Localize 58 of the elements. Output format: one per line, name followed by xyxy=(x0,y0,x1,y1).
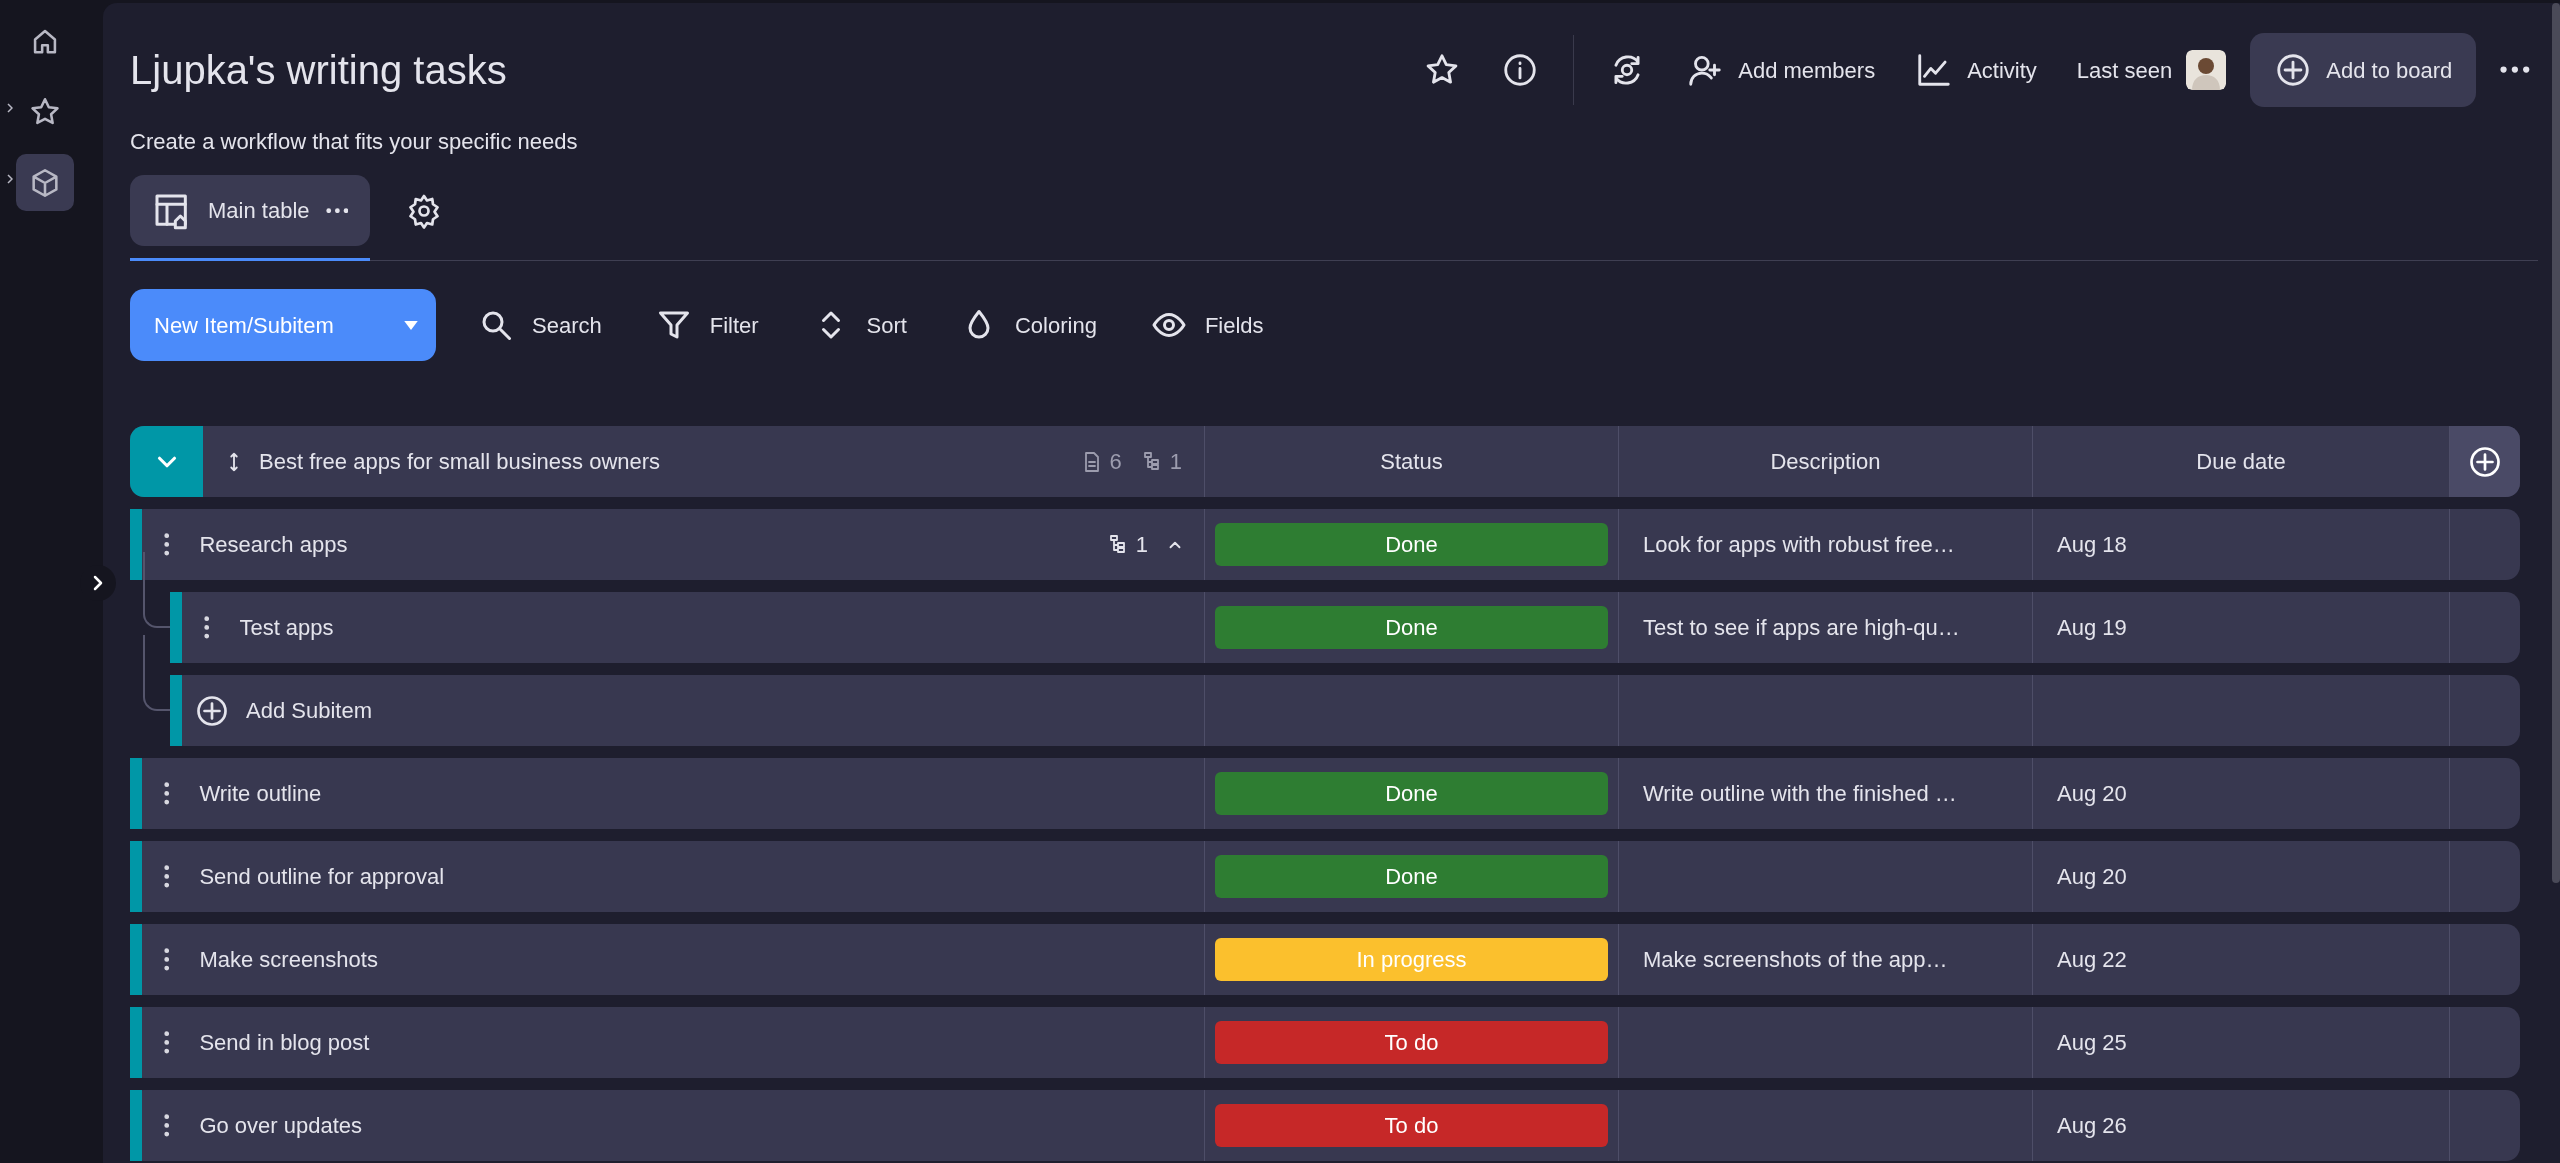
chevron-right-icon[interactable] xyxy=(7,103,13,113)
due-date: Aug 20 xyxy=(2057,863,2127,891)
group-title: Best free apps for small business owners xyxy=(259,448,662,476)
board-subtitle: Create a workflow that fits your specific needs xyxy=(130,128,579,156)
column-header: Description xyxy=(1770,448,1881,476)
board-title: Ljupka's writing tasks xyxy=(130,47,507,94)
sort-button[interactable]: Sort xyxy=(800,301,919,349)
column-header: Status xyxy=(1380,448,1443,476)
description-text: Look for apps with robust free… xyxy=(1643,531,1955,559)
due-date: Aug 25 xyxy=(2057,1029,2127,1057)
item-name: Research apps xyxy=(199,531,349,559)
status-badge[interactable]: To do xyxy=(1215,1021,1608,1064)
column-header: Due date xyxy=(2196,448,2286,476)
status-badge[interactable]: Done xyxy=(1215,606,1608,649)
coloring-button[interactable]: Coloring xyxy=(948,301,1109,349)
activity-button[interactable]: Activity xyxy=(1899,41,2053,99)
subitem-count: 1 xyxy=(1169,448,1182,476)
subitem-toggle[interactable]: 1 xyxy=(1105,528,1184,561)
drag-handle-icon[interactable] xyxy=(164,865,170,888)
avatar xyxy=(2186,50,2227,90)
last-seen-label: Last seen xyxy=(2076,56,2173,85)
group-toggle-button[interactable] xyxy=(130,426,203,497)
more-icon xyxy=(325,207,349,214)
add-to-board-button[interactable]: Add to board xyxy=(2250,33,2477,107)
status-badge[interactable]: Done xyxy=(1215,772,1608,815)
add-members-button[interactable]: Add members xyxy=(1670,41,1892,99)
due-date: Aug 22 xyxy=(2057,946,2127,974)
more-icon xyxy=(2500,66,2530,74)
item-name: Send outline for approval xyxy=(199,863,446,891)
drag-handle-icon[interactable] xyxy=(164,782,170,805)
due-date: Aug 19 xyxy=(2057,614,2127,642)
drag-handle-icon[interactable] xyxy=(164,1114,170,1137)
due-date: Aug 26 xyxy=(2057,1112,2127,1140)
search-button[interactable]: Search xyxy=(466,301,614,349)
status-badge[interactable]: Done xyxy=(1215,523,1608,566)
filter-button[interactable]: Filter xyxy=(643,301,771,349)
item-name: Go over updates xyxy=(199,1112,364,1140)
item-count: 6 xyxy=(1109,448,1122,476)
description-text: Make screenshots of the app… xyxy=(1643,946,1948,974)
fields-button[interactable]: Fields xyxy=(1138,301,1276,349)
add-subitem-button[interactable]: Add Subitem xyxy=(182,686,384,735)
item-name: Make screenshots xyxy=(199,946,379,974)
status-badge[interactable]: To do xyxy=(1215,1104,1608,1147)
caret-icon xyxy=(404,320,418,330)
due-date: Aug 20 xyxy=(2057,780,2127,808)
drag-handle-icon[interactable] xyxy=(164,948,170,971)
chevron-right-icon[interactable] xyxy=(7,174,13,184)
drag-handle-icon[interactable] xyxy=(164,533,170,556)
item-name: Write outline xyxy=(199,780,323,808)
due-date: Aug 18 xyxy=(2057,531,2127,559)
item-name: Test apps xyxy=(239,614,335,642)
drag-handle-icon[interactable] xyxy=(204,616,210,639)
description-text: Test to see if apps are high-qu… xyxy=(1643,614,1960,642)
description-text: Write outline with the finished … xyxy=(1643,780,1957,808)
drag-handle-icon[interactable] xyxy=(164,1031,170,1054)
status-badge[interactable]: Done xyxy=(1215,855,1608,898)
scrollbar[interactable] xyxy=(2552,3,2560,883)
item-name: Send in blog post xyxy=(199,1029,371,1057)
